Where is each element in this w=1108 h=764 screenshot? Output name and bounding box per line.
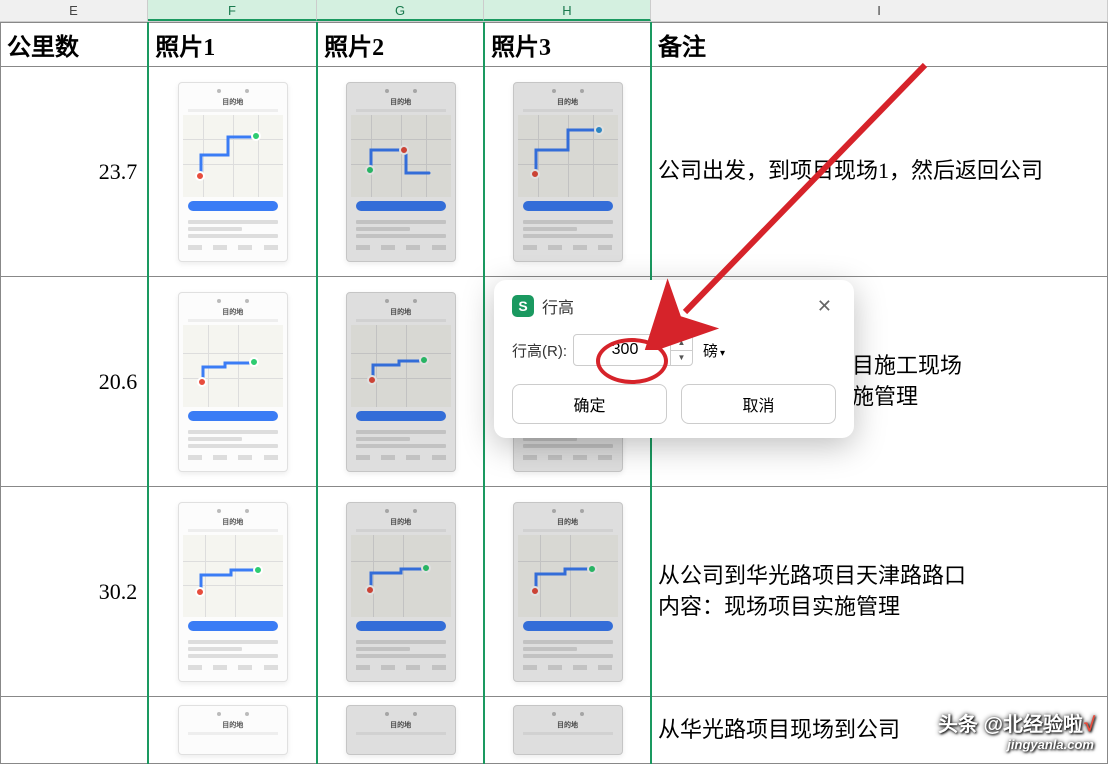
map-thumbnail: 目的地 [178,502,288,682]
cell-photo1[interactable]: 目的地 [148,67,317,277]
table-row: 23.7 目的地 目的地 目的地 公司出发，到项目现场1，然后返回公司 [1,67,1108,277]
ok-button[interactable]: 确定 [512,384,667,424]
map-thumbnail: 目的地 [346,705,456,755]
col-header-I[interactable]: I [651,0,1108,21]
cancel-button[interactable]: 取消 [681,384,836,424]
map-thumbnail: 目的地 [513,502,623,682]
row-height-dialog: S 行高 ✕ 行高(R): ▲ ▼ 磅 确定 取消 [494,280,854,438]
cell-photo2[interactable]: 目的地 [317,697,484,764]
stepper-up-icon[interactable]: ▲ [671,335,692,351]
unit-dropdown[interactable]: 磅 [703,340,725,361]
cell-note[interactable]: 公司出发，到项目现场1，然后返回公司 [651,67,1108,277]
table-row: 30.2 目的地 目的地 目的地 从公司到华光路项目天津路路口 内容：现场项目实… [1,487,1108,697]
cell-km[interactable]: 20.6 [1,277,149,487]
cell-km[interactable]: 30.2 [1,487,149,697]
col-header-E[interactable]: E [0,0,148,21]
col-header-F[interactable]: F [148,0,317,21]
cell-km[interactable]: 23.7 [1,67,149,277]
cell-photo1[interactable]: 目的地 [148,277,317,487]
cell-km[interactable] [1,697,149,764]
table-row: 目的地 目的地 目的地 从华光路项目现场到公司 [1,697,1108,764]
cell-photo1[interactable]: 目的地 [148,697,317,764]
map-thumbnail: 目的地 [178,82,288,262]
column-header-row: E F G H I [0,0,1108,22]
cell-header-km[interactable]: 公里数 [1,23,149,67]
map-thumbnail: 目的地 [346,292,456,472]
cell-photo2[interactable]: 目的地 [317,277,484,487]
cell-header-photo1[interactable]: 照片1 [148,23,317,67]
cell-header-photo2[interactable]: 照片2 [317,23,484,67]
header-row: 公里数 照片1 照片2 照片3 备注 [1,23,1108,67]
cell-note[interactable]: 从公司到华光路项目天津路路口 内容：现场项目实施管理 [651,487,1108,697]
cell-photo3[interactable]: 目的地 [484,487,651,697]
col-header-G[interactable]: G [317,0,484,21]
map-thumbnail: 目的地 [346,82,456,262]
stepper[interactable]: ▲ ▼ [670,335,692,365]
cell-photo1[interactable]: 目的地 [148,487,317,697]
cell-photo3[interactable]: 目的地 [484,697,651,764]
map-thumbnail: 目的地 [513,705,623,755]
map-thumbnail: 目的地 [178,705,288,755]
close-icon[interactable]: ✕ [813,296,836,317]
map-thumbnail: 目的地 [346,502,456,682]
cell-photo2[interactable]: 目的地 [317,67,484,277]
map-thumbnail: 目的地 [178,292,288,472]
cell-photo2[interactable]: 目的地 [317,487,484,697]
cell-header-note[interactable]: 备注 [651,23,1108,67]
map-thumbnail: 目的地 [513,82,623,262]
row-height-label: 行高(R): [512,340,567,361]
cell-note[interactable]: 从华光路项目现场到公司 [651,697,1108,764]
col-header-H[interactable]: H [484,0,651,21]
stepper-down-icon[interactable]: ▼ [671,351,692,366]
app-icon: S [512,295,534,317]
dialog-title: 行高 [542,294,574,318]
cell-header-photo3[interactable]: 照片3 [484,23,651,67]
cell-photo3[interactable]: 目的地 [484,67,651,277]
